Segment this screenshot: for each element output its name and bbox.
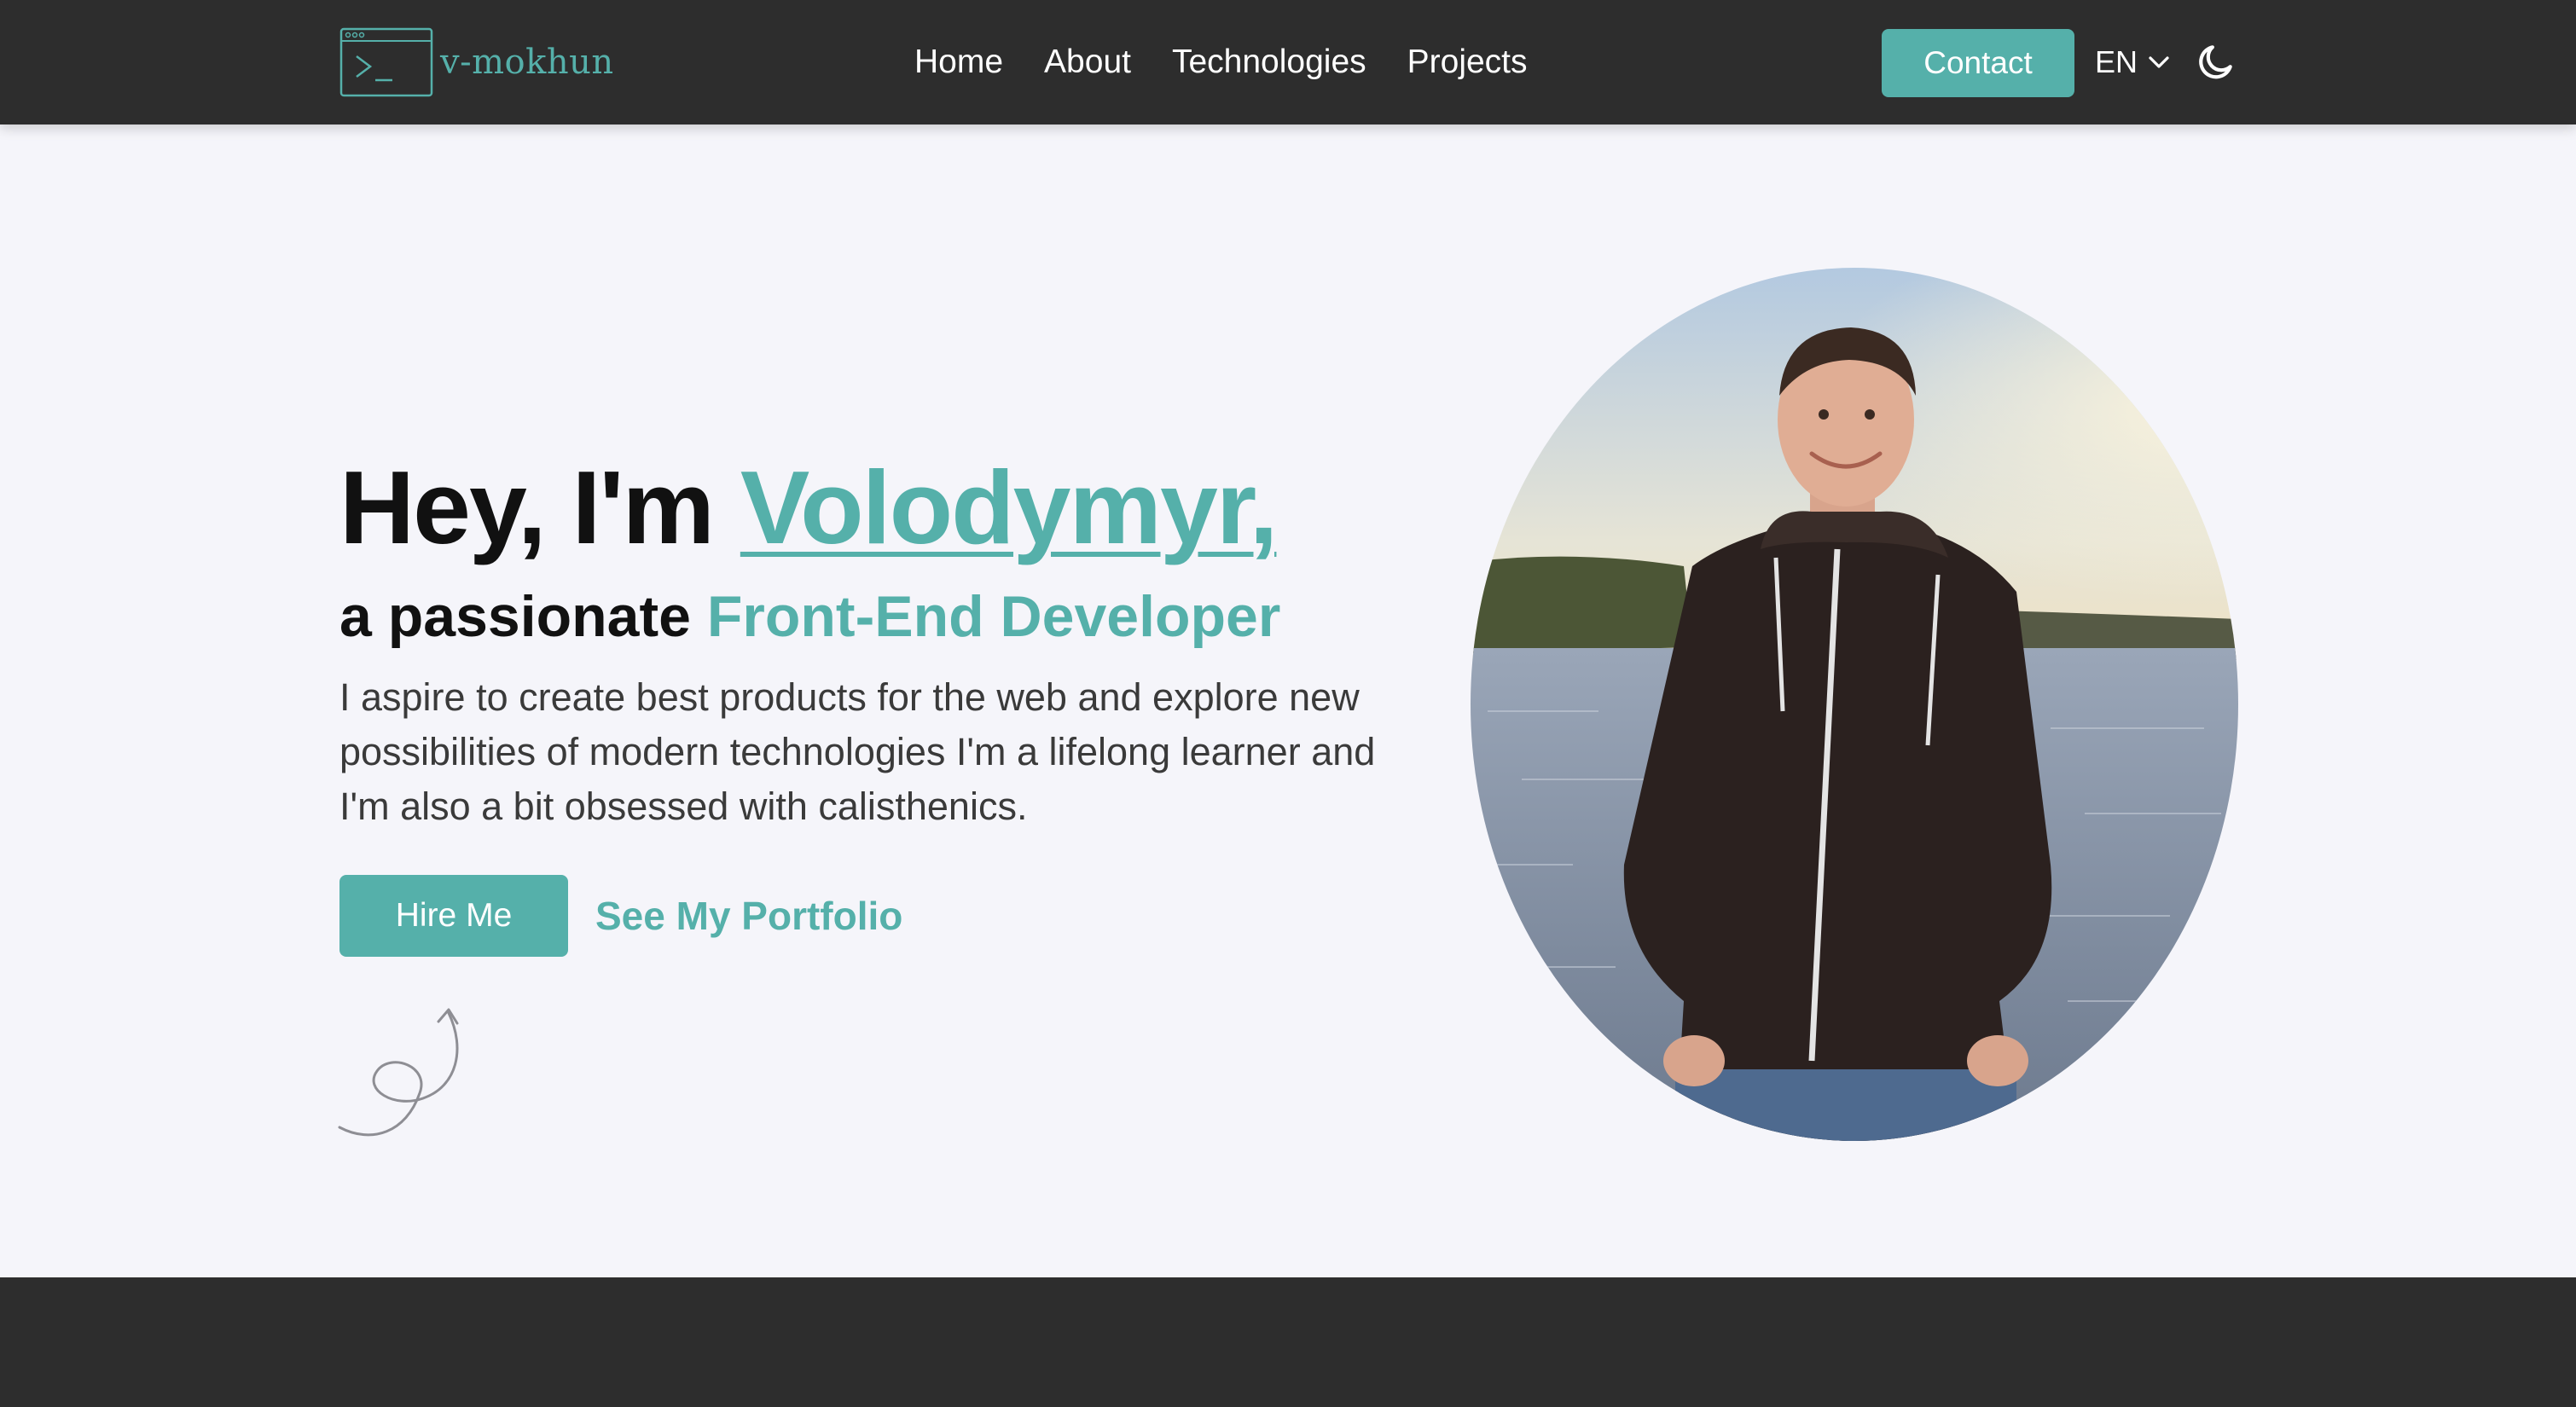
chevron-down-icon — [2149, 56, 2169, 68]
portfolio-link[interactable]: See My Portfolio — [595, 893, 902, 939]
hero-section: Hey, I'm Volodymyr, a passionate Front-E… — [339, 443, 1448, 834]
logo-text: v-mokhun — [440, 43, 614, 82]
hero-role: Front-End Developer — [706, 584, 1281, 649]
hero-greeting: Hey, I'm — [339, 449, 740, 565]
terminal-icon — [339, 27, 433, 97]
contact-button[interactable]: Contact — [1882, 29, 2074, 97]
site-header: v-mokhun Home About Technologies Project… — [0, 0, 2576, 124]
hero-sub-prefix: a passionate — [339, 584, 707, 649]
nav-item-about[interactable]: About — [1044, 43, 1131, 81]
hero-actions: Hire Me See My Portfolio — [339, 875, 902, 957]
hero-title: Hey, I'm Volodymyr, — [339, 443, 1448, 571]
language-label: EN — [2095, 44, 2138, 79]
moon-icon[interactable] — [2194, 41, 2237, 84]
nav-item-technologies[interactable]: Technologies — [1172, 43, 1366, 81]
next-section-strip — [0, 1277, 2576, 1407]
swirl-arrow-icon — [338, 1008, 459, 1137]
main-nav: Home About Technologies Projects — [914, 36, 1528, 89]
nav-item-home[interactable]: Home — [914, 43, 1003, 81]
nav-item-projects[interactable]: Projects — [1407, 43, 1528, 81]
hero-description: I aspire to create best products for the… — [339, 675, 1376, 828]
hero-name: Volodymyr, — [740, 449, 1279, 565]
hero-subtitle: a passionate Front-End Developer — [339, 582, 1448, 651]
logo[interactable]: v-mokhun — [339, 27, 614, 97]
hire-me-button[interactable]: Hire Me — [339, 875, 568, 957]
language-selector[interactable]: EN — [2095, 36, 2172, 89]
profile-photo — [1471, 268, 2238, 1141]
